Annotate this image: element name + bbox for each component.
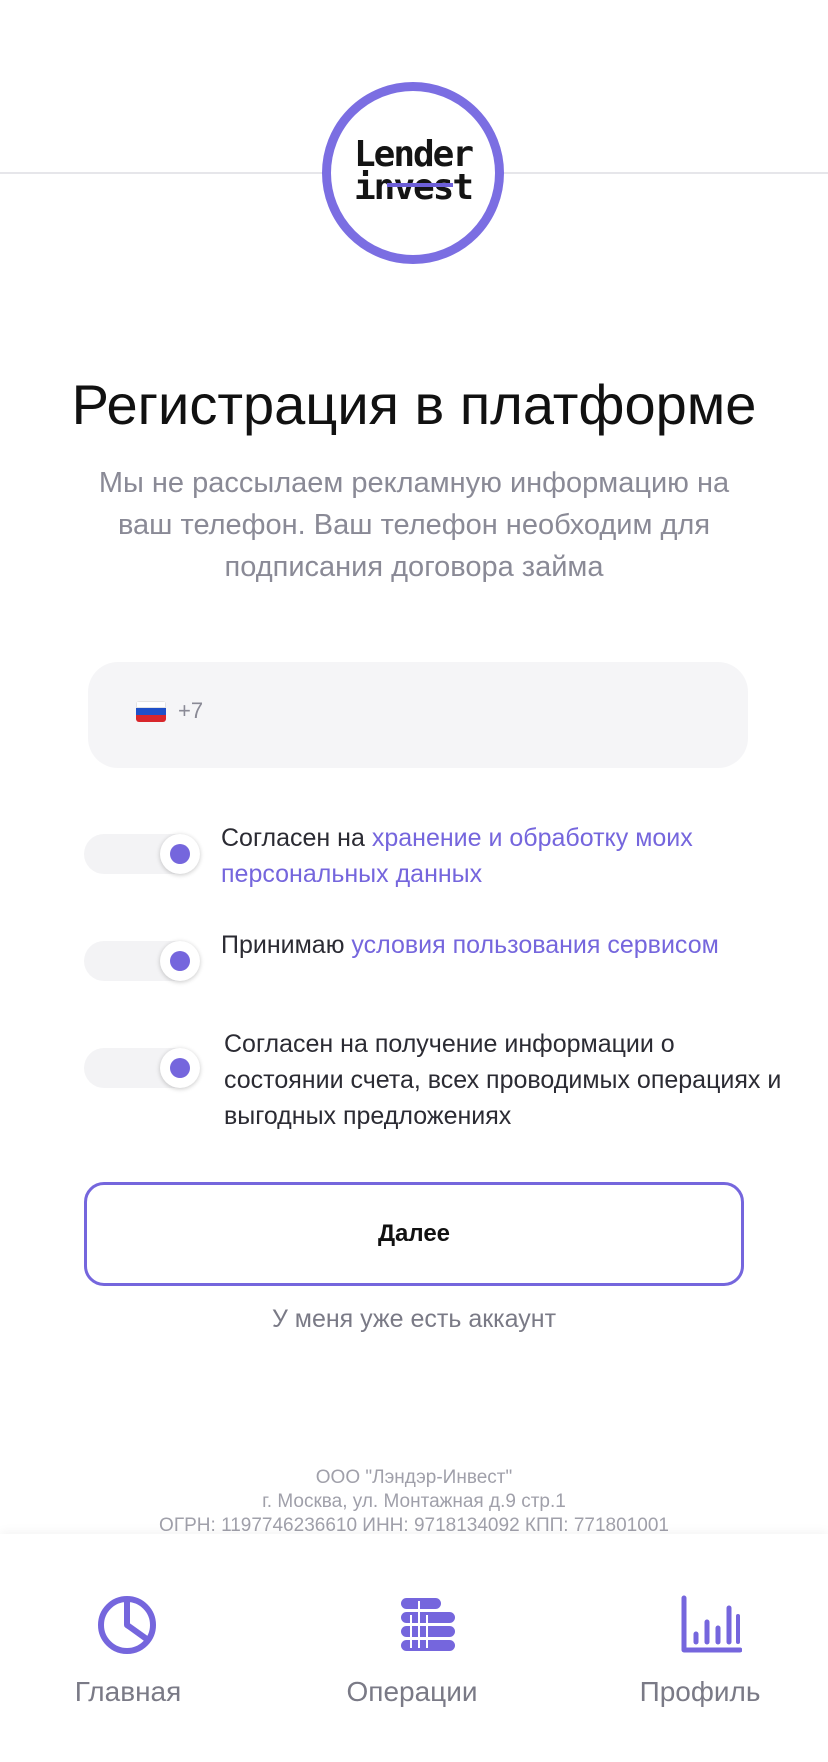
company-footer: ООО "Лэндэр-Инвест" г. Москва, ул. Монта…: [0, 1466, 828, 1538]
toggle-knob[interactable]: [160, 1048, 200, 1088]
nav-item-profile[interactable]: Профиль: [552, 1534, 828, 1762]
page-subtitle: Мы не рассылаем рекламную информацию на …: [98, 467, 730, 583]
pie-chart-icon: [98, 1596, 156, 1654]
logo-line-2: invest: [353, 167, 474, 208]
page-title: Регистрация в платформе: [71, 373, 757, 436]
company-name: ООО "Лэндэр-Инвест": [315, 1467, 513, 1488]
logo-wordmark: Lender invest: [331, 137, 495, 208]
consent-terms-text: Принимаю условия пользования сервисом: [221, 927, 766, 963]
consent-personal-data-text: Согласен на хранение и обработку моих пе…: [221, 820, 766, 892]
toggle-knob[interactable]: [160, 941, 200, 981]
phone-input[interactable]: [210, 690, 714, 738]
consent-personal-data-toggle[interactable]: [84, 834, 200, 874]
next-button[interactable]: Далее: [84, 1182, 744, 1286]
consent-terms-toggle[interactable]: [84, 941, 200, 981]
logo-underline: [387, 183, 453, 187]
toggle-knob[interactable]: [160, 834, 200, 874]
nav-item-operations[interactable]: Операции: [276, 1534, 552, 1762]
consent-notifications-toggle[interactable]: [84, 1048, 200, 1088]
coin-stack-icon: [401, 1598, 455, 1651]
country-code: +7: [178, 698, 204, 723]
terms-of-service-link[interactable]: условия пользования сервисом: [351, 931, 718, 959]
bar-chart-icon: [681, 1595, 742, 1653]
consent-prefix: Принимаю: [221, 931, 352, 959]
nav-label-operations: Операции: [346, 1676, 478, 1707]
company-address: г. Москва, ул. Монтажная д.9 стр.1: [262, 1491, 566, 1512]
bottom-navigation: Главная Операции Профиль: [0, 1534, 828, 1762]
consent-prefix: Согласен на: [221, 824, 372, 852]
nav-item-home[interactable]: Главная: [0, 1534, 276, 1762]
russia-flag-icon[interactable]: [136, 701, 166, 722]
phone-field[interactable]: +7: [88, 662, 748, 768]
lender-invest-logo: Lender invest: [322, 82, 504, 264]
nav-label-profile: Профиль: [639, 1676, 761, 1707]
nav-label-home: Главная: [74, 1676, 182, 1707]
have-account-link[interactable]: У меня уже есть аккаунт: [0, 1305, 828, 1334]
consent-notifications-text: Согласен на получение информации о состо…: [224, 1030, 782, 1130]
